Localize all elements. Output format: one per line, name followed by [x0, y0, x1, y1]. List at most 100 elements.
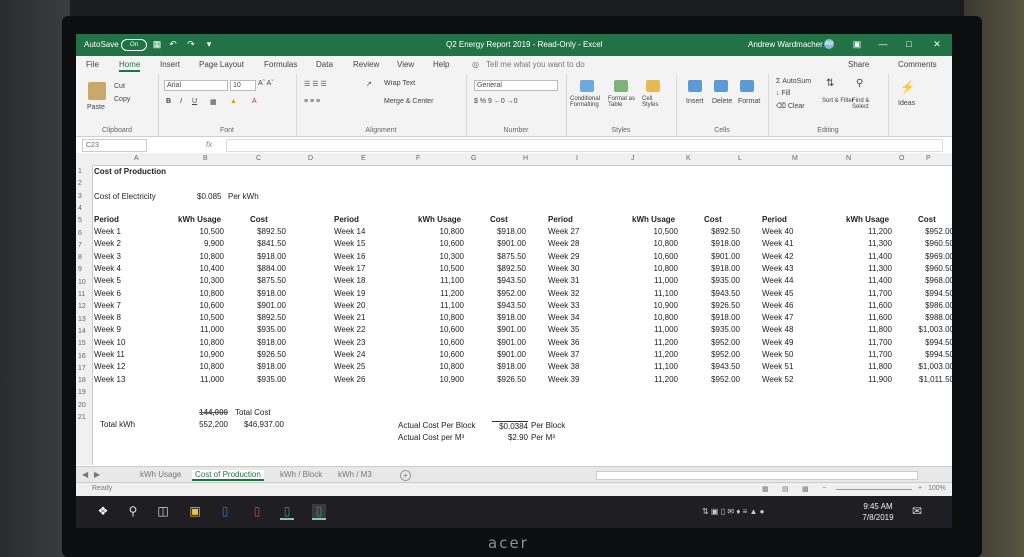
cost-cell[interactable]: $918.00 — [474, 227, 526, 236]
period-cell[interactable]: Week 20 — [334, 301, 394, 310]
formula-input[interactable] — [226, 139, 943, 152]
kwh-cell[interactable]: 11,000 — [174, 325, 224, 334]
row-header-12[interactable]: 12 — [78, 303, 86, 310]
header-cost-block-1[interactable]: Cost — [250, 215, 268, 224]
tab-view[interactable]: View — [397, 60, 414, 69]
cost-cell[interactable]: $901.00 — [474, 350, 526, 359]
cost-cell[interactable]: $969.00 — [902, 252, 952, 261]
cut-button[interactable]: Cut — [114, 83, 125, 90]
period-cell[interactable]: Week 16 — [334, 252, 394, 261]
kwh-cell[interactable]: 11,700 — [842, 350, 892, 359]
font-color-icon[interactable]: A — [252, 98, 257, 105]
cost-cell[interactable]: $892.50 — [688, 227, 740, 236]
kwh-cell[interactable]: 11,100 — [628, 289, 678, 298]
kwh-cell[interactable]: 11,100 — [414, 301, 464, 310]
row-header-3[interactable]: 3 — [78, 193, 82, 200]
kwh-cell[interactable]: 11,700 — [842, 338, 892, 347]
row-header-9[interactable]: 9 — [78, 266, 82, 273]
row-header-7[interactable]: 7 — [78, 242, 82, 249]
autosave-toggle[interactable]: On — [121, 39, 147, 51]
blocks-value[interactable]: 144,000 — [192, 408, 228, 417]
period-cell[interactable]: Week 27 — [548, 227, 608, 236]
italic-icon[interactable]: I — [180, 98, 182, 105]
align-top-icon[interactable]: ☰ ☰ ☰ — [304, 80, 327, 88]
sheet-tab-kwh-m3[interactable]: kWh / M3 — [338, 470, 372, 479]
period-cell[interactable]: Week 1 — [94, 227, 154, 236]
period-cell[interactable]: Week 18 — [334, 276, 394, 285]
orientation-icon[interactable]: ↗ — [366, 80, 372, 88]
period-cell[interactable]: Week 49 — [762, 338, 822, 347]
kwh-cell[interactable]: 10,800 — [414, 227, 464, 236]
conditional-formatting-button[interactable]: Conditional Formatting — [570, 96, 604, 108]
cost-cell[interactable]: $918.00 — [474, 313, 526, 322]
cost-cell[interactable]: $918.00 — [688, 239, 740, 248]
period-cell[interactable]: Week 44 — [762, 276, 822, 285]
find-select-button[interactable]: Find & Select — [852, 98, 882, 110]
number-format-box[interactable]: General — [474, 80, 558, 91]
period-cell[interactable]: Week 9 — [94, 325, 154, 334]
period-cell[interactable]: Week 22 — [334, 325, 394, 334]
electricity-label[interactable]: Cost of Electricity — [94, 192, 156, 201]
close-icon[interactable]: ✕ — [932, 39, 942, 49]
cost-cell[interactable]: $1,003.00 — [902, 325, 952, 334]
cost-cell[interactable]: $935.00 — [234, 325, 286, 334]
header-period-block-4[interactable]: Period — [762, 215, 787, 224]
add-sheet-icon[interactable]: + — [400, 470, 411, 481]
tab-home[interactable]: Home — [119, 60, 141, 72]
merge-center-button[interactable]: Merge & Center — [384, 98, 433, 105]
cost-cell[interactable]: $918.00 — [474, 362, 526, 371]
header-kwh-block-2[interactable]: kWh Usage — [418, 215, 461, 224]
header-cost-block-2[interactable]: Cost — [490, 215, 508, 224]
undo-icon[interactable]: ↶ — [168, 39, 178, 49]
actual-m3-label[interactable]: Actual Cost per M³ — [398, 433, 464, 442]
kwh-cell[interactable]: 10,600 — [414, 239, 464, 248]
user-avatar[interactable]: AW — [824, 39, 834, 49]
borders-icon[interactable]: ▦ — [210, 98, 217, 106]
cost-cell[interactable]: $918.00 — [688, 264, 740, 273]
copy-button[interactable]: Copy — [114, 96, 130, 103]
cost-cell[interactable]: $918.00 — [688, 313, 740, 322]
outlook-icon[interactable]: ▯ — [218, 504, 232, 518]
header-kwh-block-3[interactable]: kWh Usage — [632, 215, 675, 224]
column-header-f[interactable]: F — [416, 155, 420, 162]
kwh-cell[interactable]: 10,300 — [414, 252, 464, 261]
period-cell[interactable]: Week 11 — [94, 350, 154, 359]
column-header-a[interactable]: A — [134, 155, 139, 162]
notifications-icon[interactable]: ✉ — [910, 504, 924, 518]
save-icon[interactable]: ▦ — [152, 39, 162, 49]
period-cell[interactable]: Week 34 — [548, 313, 608, 322]
period-cell[interactable]: Week 13 — [94, 375, 154, 384]
kwh-cell[interactable]: 10,500 — [174, 227, 224, 236]
column-header-o[interactable]: O — [899, 155, 904, 162]
zoom-in-icon[interactable]: + — [918, 485, 922, 492]
excel-active-icon[interactable]: ▯ — [312, 504, 326, 520]
kwh-cell[interactable]: 11,800 — [842, 325, 892, 334]
cost-cell[interactable]: $884.00 — [234, 264, 286, 273]
cost-cell[interactable]: $926.50 — [474, 375, 526, 384]
header-period-block-2[interactable]: Period — [334, 215, 359, 224]
cost-cell[interactable]: $926.50 — [688, 301, 740, 310]
insert-button[interactable]: Insert — [686, 98, 704, 105]
cost-cell[interactable]: $960.50 — [902, 264, 952, 273]
column-header-i[interactable]: I — [576, 155, 578, 162]
horizontal-scrollbar[interactable] — [596, 471, 918, 480]
header-kwh-block-4[interactable]: kWh Usage — [846, 215, 889, 224]
zoom-slider[interactable] — [836, 489, 912, 490]
kwh-cell[interactable]: 10,800 — [628, 313, 678, 322]
file-explorer-icon[interactable]: ▣ — [188, 504, 202, 518]
kwh-cell[interactable]: 11,800 — [842, 362, 892, 371]
actual-m3-unit[interactable]: Per M³ — [531, 433, 555, 442]
row-header-18[interactable]: 18 — [78, 377, 86, 384]
underline-icon[interactable]: U — [192, 98, 197, 105]
period-cell[interactable]: Week 40 — [762, 227, 822, 236]
period-cell[interactable]: Week 35 — [548, 325, 608, 334]
currency-icon[interactable]: $ % 9 ←0 →0 — [474, 98, 518, 105]
column-header-k[interactable]: K — [686, 155, 691, 162]
period-cell[interactable]: Week 12 — [94, 362, 154, 371]
zoom-level[interactable]: 100% — [928, 485, 946, 492]
kwh-cell[interactable]: 11,900 — [842, 375, 892, 384]
kwh-cell[interactable]: 10,800 — [628, 239, 678, 248]
period-cell[interactable]: Week 43 — [762, 264, 822, 273]
header-period-block-1[interactable]: Period — [94, 215, 119, 224]
paste-button[interactable]: Paste — [87, 104, 105, 111]
